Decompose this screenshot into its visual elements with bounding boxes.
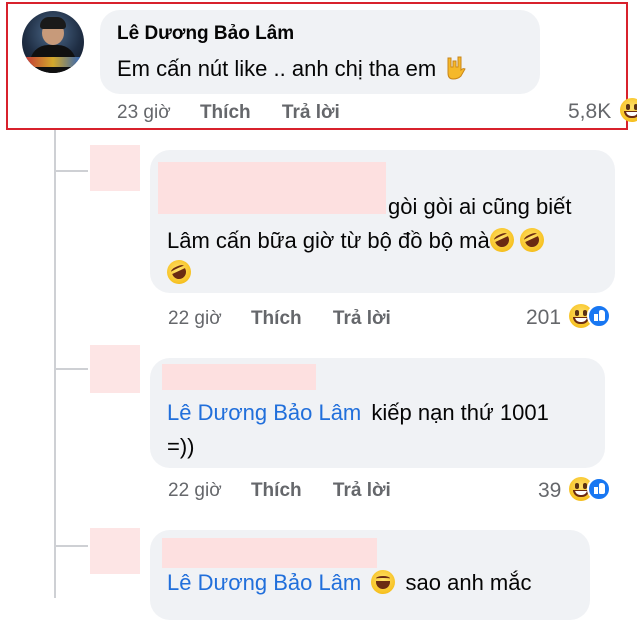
reply-avatar[interactable] bbox=[90, 528, 140, 574]
reply-button[interactable]: Trả lời bbox=[333, 480, 391, 501]
laughing-emoji-icon bbox=[371, 570, 396, 594]
reaction-count: 39 bbox=[538, 479, 562, 502]
rofl-emoji-icon bbox=[485, 224, 518, 256]
reply-text-line: =)) bbox=[167, 430, 195, 464]
reply-author[interactable] bbox=[158, 162, 386, 214]
main-comment-meta: 23 giờ Thích Trả lời bbox=[117, 102, 340, 124]
rofl-emoji-icon bbox=[515, 224, 548, 256]
reply-text-line bbox=[163, 256, 195, 288]
reply-author[interactable] bbox=[162, 538, 377, 568]
like-reaction-icon bbox=[586, 477, 611, 501]
comment-time[interactable]: 23 giờ bbox=[117, 102, 171, 123]
thread-branch bbox=[54, 170, 88, 172]
reply-reactions[interactable]: 201 bbox=[526, 304, 611, 330]
reply-text-line: Lê Dương Bảo Lâm sao anh mắc bbox=[167, 566, 531, 600]
reply-bubble: gòi gòi ai cũng biết Lâm cấn bữa giờ từ … bbox=[150, 150, 615, 293]
reaction-count: 201 bbox=[526, 306, 562, 329]
like-button[interactable]: Thích bbox=[200, 102, 251, 123]
reply-author[interactable] bbox=[162, 364, 316, 390]
comment-time[interactable]: 22 giờ bbox=[168, 480, 222, 501]
reply-reactions[interactable]: 39 bbox=[538, 477, 611, 503]
reaction-count: 5,8K bbox=[568, 100, 612, 123]
main-comment-bubble: Lê Dương Bảo Lâm Em cấn nút like .. anh … bbox=[100, 10, 540, 94]
thread-branch bbox=[54, 545, 88, 547]
comment-text-body: Em cấn nút like .. anh chị tha em bbox=[117, 56, 437, 81]
like-button[interactable]: Thích bbox=[251, 480, 302, 501]
thread-branch bbox=[54, 368, 88, 370]
comment-text: Em cấn nút like .. anh chị tha em bbox=[117, 52, 468, 86]
reply-text-line: Lê Dương Bảo Lâm kiếp nạn thứ 1001 bbox=[167, 396, 549, 430]
rofl-emoji-icon bbox=[163, 256, 195, 288]
comment-time[interactable]: 22 giờ bbox=[168, 308, 222, 329]
avatar[interactable] bbox=[22, 11, 84, 73]
mention-link[interactable]: Lê Dương Bảo Lâm bbox=[167, 400, 361, 425]
reply-button[interactable]: Trả lời bbox=[333, 308, 391, 329]
reply-meta: 22 giờ Thích Trả lời bbox=[168, 480, 391, 502]
comment-author[interactable]: Lê Dương Bảo Lâm bbox=[117, 23, 294, 45]
main-reactions[interactable]: 5,8K bbox=[568, 98, 637, 124]
reply-bubble: Lê Dương Bảo Lâm kiếp nạn thứ 1001 =)) bbox=[150, 358, 605, 468]
reply-text-body: sao anh mắc bbox=[405, 570, 532, 595]
reply-button[interactable]: Trả lời bbox=[282, 102, 340, 123]
reply-text-line: Lâm cấn bữa giờ từ bộ đồ bộ mà bbox=[167, 224, 548, 258]
reply-avatar[interactable] bbox=[90, 345, 140, 393]
reply-avatar[interactable] bbox=[90, 145, 140, 191]
like-button[interactable]: Thích bbox=[251, 308, 302, 329]
reply-text-body: =)) bbox=[167, 434, 195, 459]
reply-text-body: Lâm cấn bữa giờ từ bộ đồ bộ mà bbox=[167, 228, 490, 253]
reply-text-body: kiếp nạn thứ 1001 bbox=[371, 400, 549, 425]
reply-meta: 22 giờ Thích Trả lời bbox=[168, 308, 391, 330]
haha-reaction-icon bbox=[619, 98, 637, 122]
reply-text-line: gòi gòi ai cũng biết bbox=[388, 190, 571, 224]
thread-line bbox=[54, 130, 56, 598]
rock-on-hand-icon bbox=[447, 56, 466, 80]
reply-bubble: Lê Dương Bảo Lâm sao anh mắc bbox=[150, 530, 590, 620]
reply-text-body: gòi gòi ai cũng biết bbox=[388, 194, 572, 219]
like-reaction-icon bbox=[586, 304, 611, 328]
mention-link[interactable]: Lê Dương Bảo Lâm bbox=[167, 570, 361, 595]
